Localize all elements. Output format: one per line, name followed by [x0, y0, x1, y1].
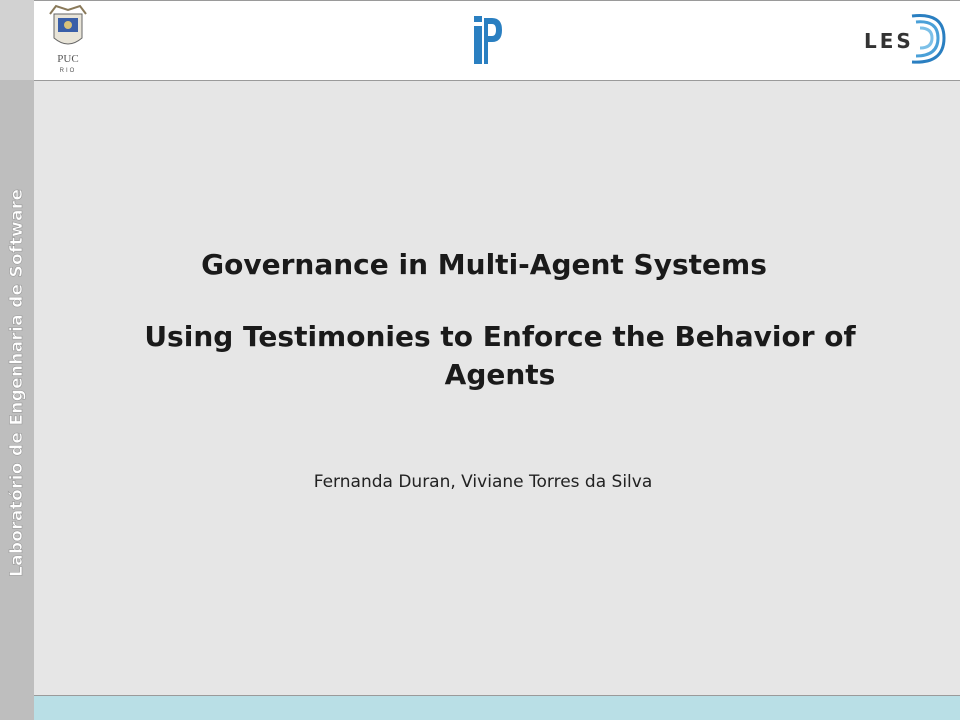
puc-rio-logo: PUC RIO [42, 4, 94, 76]
les-logo: LES [860, 8, 948, 70]
sidebar-top [0, 0, 34, 80]
slide-title: Governance in Multi-Agent Systems [201, 248, 767, 281]
puc-logo-text: PUC [57, 53, 78, 65]
slide-subtitle: Using Testimonies to Enforce the Behavio… [144, 320, 856, 391]
les-logo-text: LES [864, 29, 914, 53]
ipp-logo [466, 12, 506, 68]
slide-footer [34, 695, 960, 720]
sidebar-vertical-label: Laboratório de Engenharia de Software [0, 80, 34, 580]
slide-authors: Fernanda Duran, Viviane Torres da Silva [313, 472, 653, 492]
puc-logo-subtext: RIO [60, 68, 77, 74]
left-sidebar: Laboratório de Engenharia de Software [0, 0, 34, 720]
